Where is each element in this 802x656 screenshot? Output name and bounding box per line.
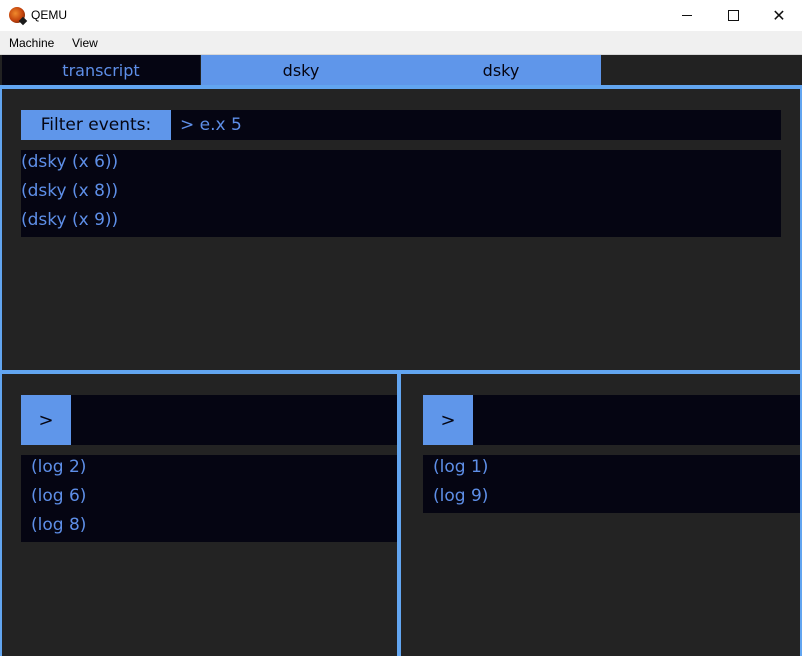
log-item[interactable]: (log 2) [21,455,397,484]
qemu-app-icon [9,7,25,23]
event-item[interactable]: (dsky (x 8)) [21,179,781,208]
minimize-icon [682,15,692,16]
left-log-list: (log 2) (log 6) (log 8) [21,455,397,542]
left-command-input[interactable] [71,395,397,445]
event-item[interactable]: (dsky (x 9)) [21,208,781,237]
close-icon: ✕ [772,5,786,25]
tab-dsky-2[interactable]: dsky [401,55,601,85]
filter-events-label: Filter events: [21,110,171,140]
qemu-window: QEMU ✕ Machine View transcript dsky dsky… [0,0,802,656]
filter-events-input[interactable] [171,110,781,140]
menu-machine[interactable]: Machine [9,36,54,50]
window-title: QEMU [31,8,67,22]
minimize-button[interactable] [664,0,710,31]
menu-view[interactable]: View [72,36,98,50]
left-console-pane: > (log 2) (log 6) (log 8) [0,370,401,656]
events-pane: Filter events: (dsky (x 6)) (dsky (x 8))… [0,85,802,370]
log-item[interactable]: (log 9) [423,484,800,513]
tab-bar: transcript dsky dsky [0,55,802,85]
event-item[interactable]: (dsky (x 6)) [21,150,781,179]
menu-bar: Machine View [0,31,802,55]
log-item[interactable]: (log 1) [423,455,800,484]
right-prompt-button[interactable]: > [423,395,473,445]
maximize-icon [727,10,739,21]
tab-dsky-1[interactable]: dsky [201,55,401,85]
right-log-list: (log 1) (log 9) [423,455,800,513]
log-item[interactable]: (log 6) [21,484,397,513]
tab-transcript[interactable]: transcript [2,55,200,85]
right-console-pane: > (log 1) (log 9) [401,370,802,656]
log-item[interactable]: (log 8) [21,513,397,542]
right-command-input[interactable] [473,395,800,445]
close-button[interactable]: ✕ [756,0,802,31]
left-prompt-button[interactable]: > [21,395,71,445]
title-bar[interactable]: QEMU ✕ [0,0,802,31]
event-list: (dsky (x 6)) (dsky (x 8)) (dsky (x 9)) [21,150,781,237]
maximize-button[interactable] [710,0,756,31]
